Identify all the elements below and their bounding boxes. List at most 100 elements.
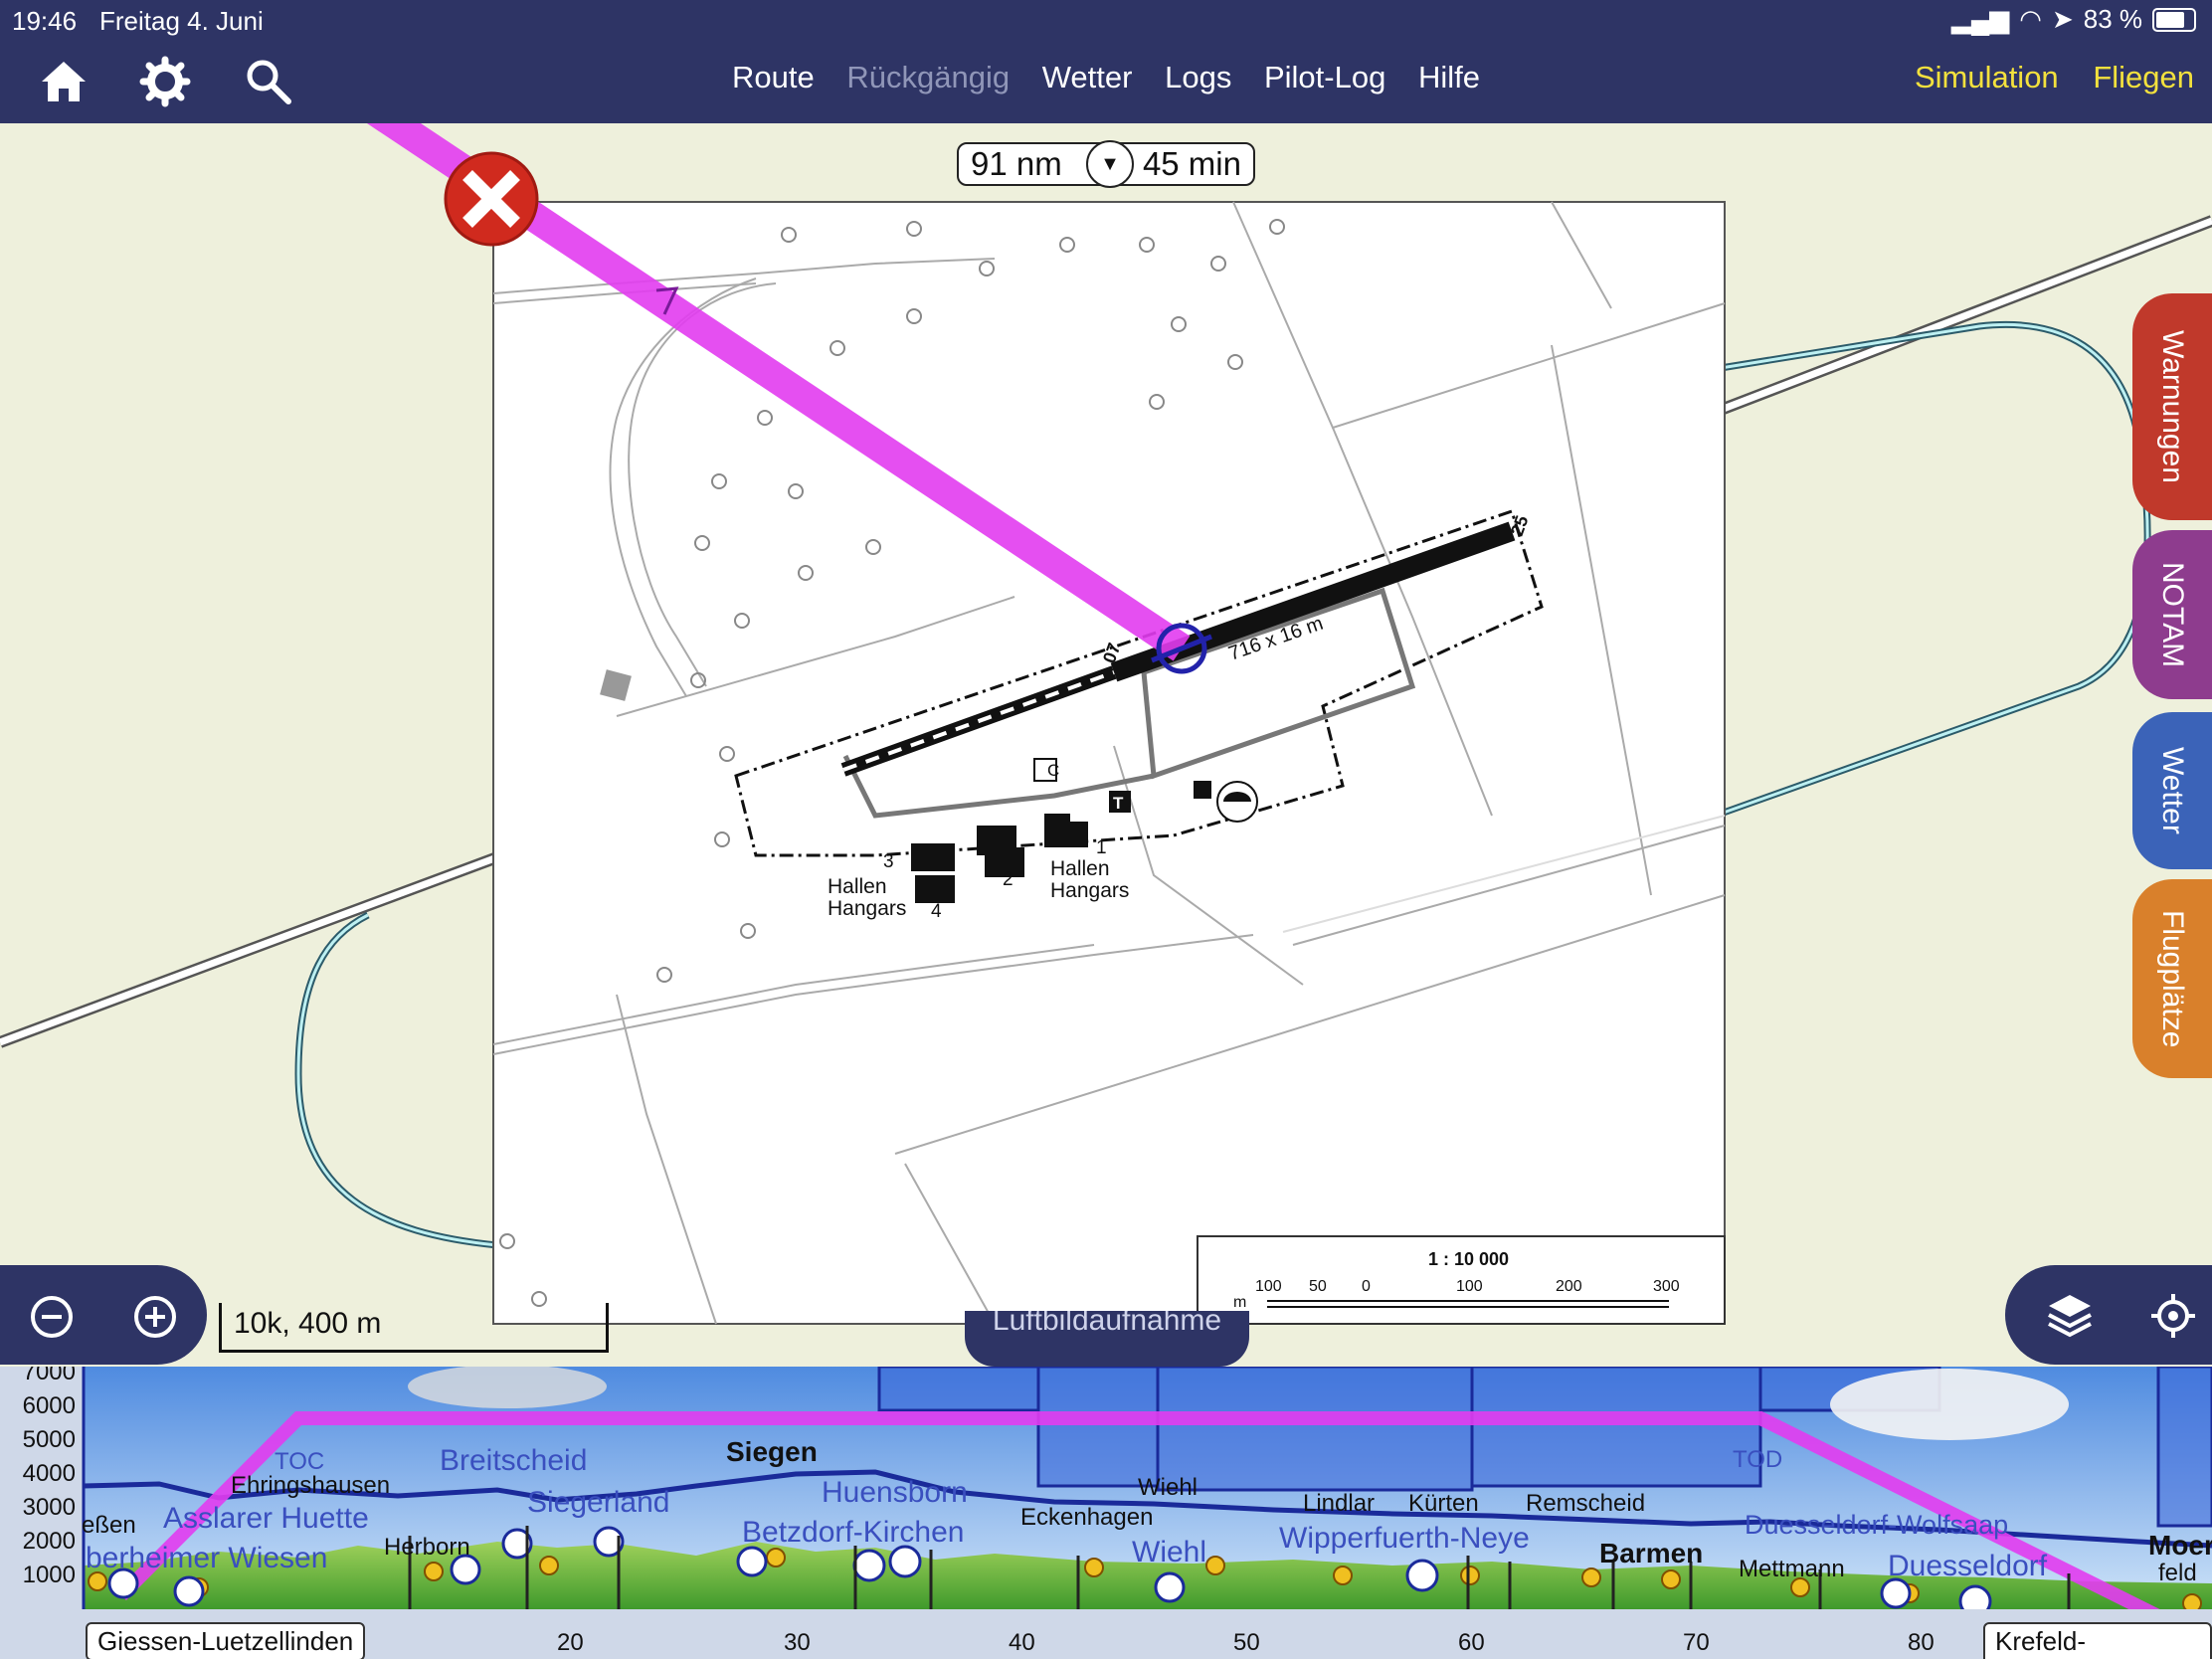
y-tick: 4000 xyxy=(22,1460,76,1487)
airfield-label: berheimer Wiesen xyxy=(86,1542,328,1574)
place-label: Mettmann xyxy=(1739,1556,1845,1582)
airfield-label: Huensborn xyxy=(822,1476,968,1509)
top-bar: 19:46 Freitag 4. Juni ▂▄▆ ◠ ➤ 83 % Route… xyxy=(0,0,2212,123)
x-tick: 60 xyxy=(1458,1629,1485,1656)
symbol-t: T xyxy=(1113,794,1124,813)
x-tick: 80 xyxy=(1908,1629,1935,1656)
status-date: Freitag 4. Juni xyxy=(99,6,264,36)
place-label: feld xyxy=(2158,1560,2197,1586)
locate-icon[interactable] xyxy=(2150,1293,2196,1339)
city-label: Barmen xyxy=(1599,1538,1704,1568)
y-tick: 3000 xyxy=(22,1494,76,1521)
place-label: Kürten xyxy=(1408,1490,1479,1517)
y-tick: 6000 xyxy=(22,1392,76,1419)
airspace-boundary xyxy=(294,911,498,1249)
destination-waypoint[interactable]: Krefeld-Egelsberg xyxy=(1983,1622,2212,1659)
airfield-label: Duesseldorf xyxy=(1888,1550,2048,1582)
vertical-profile[interactable]: 7000 6000 5000 4000 3000 2000 1000 20 30… xyxy=(0,1367,2212,1659)
status-time: 19:46 xyxy=(12,6,78,36)
y-tick: 7000 xyxy=(22,1367,76,1385)
route-time: 45 min xyxy=(1142,145,1241,182)
chart-scale: 1 : 10 000 100 50 0 100 200 300 m xyxy=(1197,1235,1726,1325)
toc-label: TOC xyxy=(275,1448,325,1475)
airfield-label: Siegerland xyxy=(527,1486,670,1519)
place-label: Wiehl xyxy=(1138,1474,1198,1501)
mode-menu: Simulation Fliegen xyxy=(1889,60,2194,95)
airfield-label: Wipperfuerth-Neye xyxy=(1279,1522,1530,1555)
scale-tick: 100 xyxy=(1456,1278,1483,1295)
place-label: Eckenhagen xyxy=(1020,1504,1154,1531)
menu-pilot-log[interactable]: Pilot-Log xyxy=(1264,60,1385,94)
map-view[interactable]: C T 716 x 16 m 07 25 Hallen Hangars Hall… xyxy=(0,123,2212,1367)
x-tick: 20 xyxy=(557,1629,584,1656)
menu-logs[interactable]: Logs xyxy=(1165,60,1231,94)
wifi-icon: ◠ xyxy=(2019,4,2042,34)
airfield-label: Duesseldorf-Wolfsaap xyxy=(1745,1510,2009,1540)
status-indicators: ▂▄▆ ◠ ➤ 83 % xyxy=(1951,4,2196,35)
airport-chart xyxy=(492,201,1726,1325)
menu-route[interactable]: Route xyxy=(732,60,815,94)
place-label: eßen xyxy=(82,1512,136,1539)
fly-button[interactable]: Fliegen xyxy=(2093,60,2194,94)
scale-tick: 200 xyxy=(1556,1278,1582,1295)
hangar-label-left-2: Hangars xyxy=(828,897,906,920)
battery-icon xyxy=(2152,7,2196,32)
layers-icon[interactable] xyxy=(2045,1291,2095,1339)
zoom-in-icon[interactable] xyxy=(133,1295,177,1339)
city-label: Moer xyxy=(2148,1530,2212,1561)
scale-unit: m xyxy=(1233,1294,1246,1311)
tab-weather[interactable]: Wetter xyxy=(2132,712,2212,869)
place-label: Lindlar xyxy=(1303,1490,1376,1517)
tab-airfields[interactable]: Flugplätze xyxy=(2132,879,2212,1078)
airfield-label: Asslarer Huette xyxy=(163,1502,369,1535)
scale-tick: 300 xyxy=(1653,1278,1680,1295)
menu-help[interactable]: Hilfe xyxy=(1418,60,1480,94)
hangar-number-1: 1 xyxy=(1096,837,1107,858)
tab-warnings[interactable]: Warnungen xyxy=(2132,293,2212,520)
symbol-c: C xyxy=(1047,761,1059,780)
airfield-label: Wiehl xyxy=(1132,1536,1207,1568)
location-arrow-icon: ➤ xyxy=(2051,4,2074,34)
x-tick: 30 xyxy=(784,1629,811,1656)
main-menu: Route Rückgängig Wetter Logs Pilot-Log H… xyxy=(0,60,2212,95)
scale-tick: 0 xyxy=(1362,1278,1371,1295)
menu-weather[interactable]: Wetter xyxy=(1042,60,1133,94)
hangar-label-right-1: Hallen xyxy=(1050,857,1110,880)
x-tick: 50 xyxy=(1233,1629,1260,1656)
signal-icon: ▂▄▆ xyxy=(1950,4,2010,34)
x-tick: 70 xyxy=(1683,1629,1710,1656)
y-tick: 5000 xyxy=(22,1426,76,1453)
chevron-down-icon[interactable]: ▼ xyxy=(1086,140,1134,188)
hangar-label-right-2: Hangars xyxy=(1050,879,1129,902)
map-canvas: C T 716 x 16 m 07 25 Hallen Hangars Hall… xyxy=(0,123,2212,1325)
place-label: Remscheid xyxy=(1526,1490,1646,1517)
tod-label: TOD xyxy=(1733,1446,1783,1473)
battery-percent: 83 % xyxy=(2083,4,2142,34)
hangar-label-left-1: Hallen xyxy=(828,875,887,898)
menu-undo: Rückgängig xyxy=(846,60,1011,94)
city-label: Siegen xyxy=(726,1436,818,1467)
airfield-label: Breitscheid xyxy=(440,1444,588,1477)
zoom-out-icon[interactable] xyxy=(30,1295,74,1339)
hangar-number-4: 4 xyxy=(931,901,942,922)
place-label: Ehringshausen xyxy=(231,1472,391,1499)
warning-close-icon[interactable] xyxy=(444,151,539,247)
y-tick: 1000 xyxy=(22,1562,76,1588)
aerial-photo-button[interactable]: Luftbildaufnahme xyxy=(965,1311,1249,1367)
place-label: Herborn xyxy=(384,1534,470,1561)
hangar-number-3: 3 xyxy=(883,851,894,872)
map-tools xyxy=(2005,1265,2212,1365)
route-distance: 91 nm xyxy=(971,145,1062,182)
departure-waypoint[interactable]: Giessen-Luetzellinden xyxy=(86,1622,366,1659)
scale-ratio: 1 : 10 000 xyxy=(1428,1249,1509,1269)
tab-notam[interactable]: NOTAM xyxy=(2132,530,2212,699)
y-tick: 2000 xyxy=(22,1528,76,1555)
airfield-label: Betzdorf-Kirchen xyxy=(742,1516,965,1549)
zoom-controls xyxy=(0,1265,207,1365)
scale-tick: 100 xyxy=(1255,1278,1282,1295)
simulation-button[interactable]: Simulation xyxy=(1915,60,2059,94)
x-tick: 40 xyxy=(1009,1629,1035,1656)
scale-tick: 50 xyxy=(1309,1278,1327,1295)
hangar-number-2: 2 xyxy=(1003,869,1014,890)
route-summary[interactable]: 91 nm ▼ 45 min xyxy=(957,140,1255,188)
